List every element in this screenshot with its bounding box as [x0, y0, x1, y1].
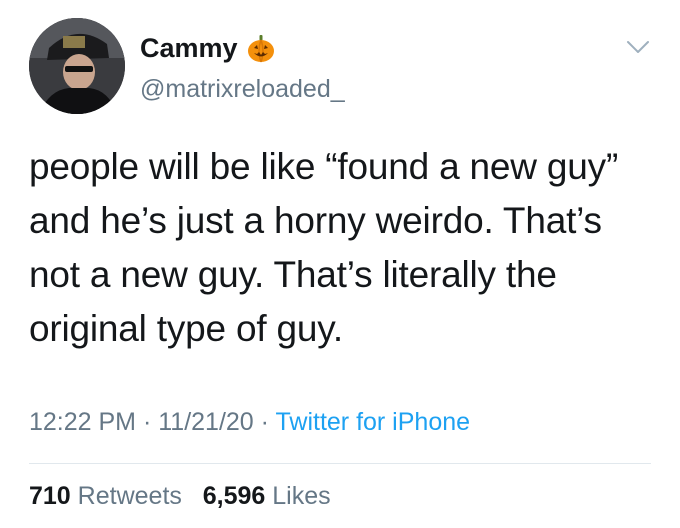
tweet-meta: 12:22 PM · 11/21/20 · Twitter for iPhone [29, 408, 470, 437]
name-row: Cammy [140, 33, 276, 64]
tweet-text-line: and he’s just a horny weirdo. That’s [29, 200, 602, 241]
divider [29, 463, 651, 464]
user-handle[interactable]: @matrixreloaded_ [140, 75, 345, 104]
tweet-text-line: people will be like “found a new guy” [29, 146, 619, 187]
avatar-image [29, 18, 125, 114]
display-name[interactable]: Cammy [140, 33, 238, 64]
retweets-count: 710 [29, 482, 71, 510]
tweet-card: Cammy @matrixreloaded_ people will be li… [0, 0, 680, 528]
jack-o-lantern-icon [246, 34, 276, 64]
retweets-stat[interactable]: 710 Retweets [29, 482, 189, 510]
likes-label: Likes [272, 482, 331, 510]
meta-separator: · [142, 408, 152, 436]
tweet-text: people will be like “found a new guy” an… [29, 140, 659, 356]
likes-count: 6,596 [202, 482, 266, 510]
tweet-text-line: original type of guy. [29, 308, 343, 349]
tweet-text-line: not a new guy. That’s literally the [29, 254, 557, 295]
retweets-label: Retweets [77, 482, 182, 510]
tweet-date[interactable]: 11/21/20 [158, 408, 253, 436]
tweet-source-link[interactable]: Twitter for iPhone [276, 408, 471, 436]
chevron-down-icon[interactable] [626, 38, 650, 56]
tweet-stats: 710 Retweets 6,596 Likes [29, 482, 331, 511]
avatar[interactable] [29, 18, 125, 114]
tweet-time[interactable]: 12:22 PM [29, 408, 136, 436]
meta-separator: · [260, 408, 269, 436]
likes-stat[interactable]: 6,596 Likes [203, 482, 331, 510]
